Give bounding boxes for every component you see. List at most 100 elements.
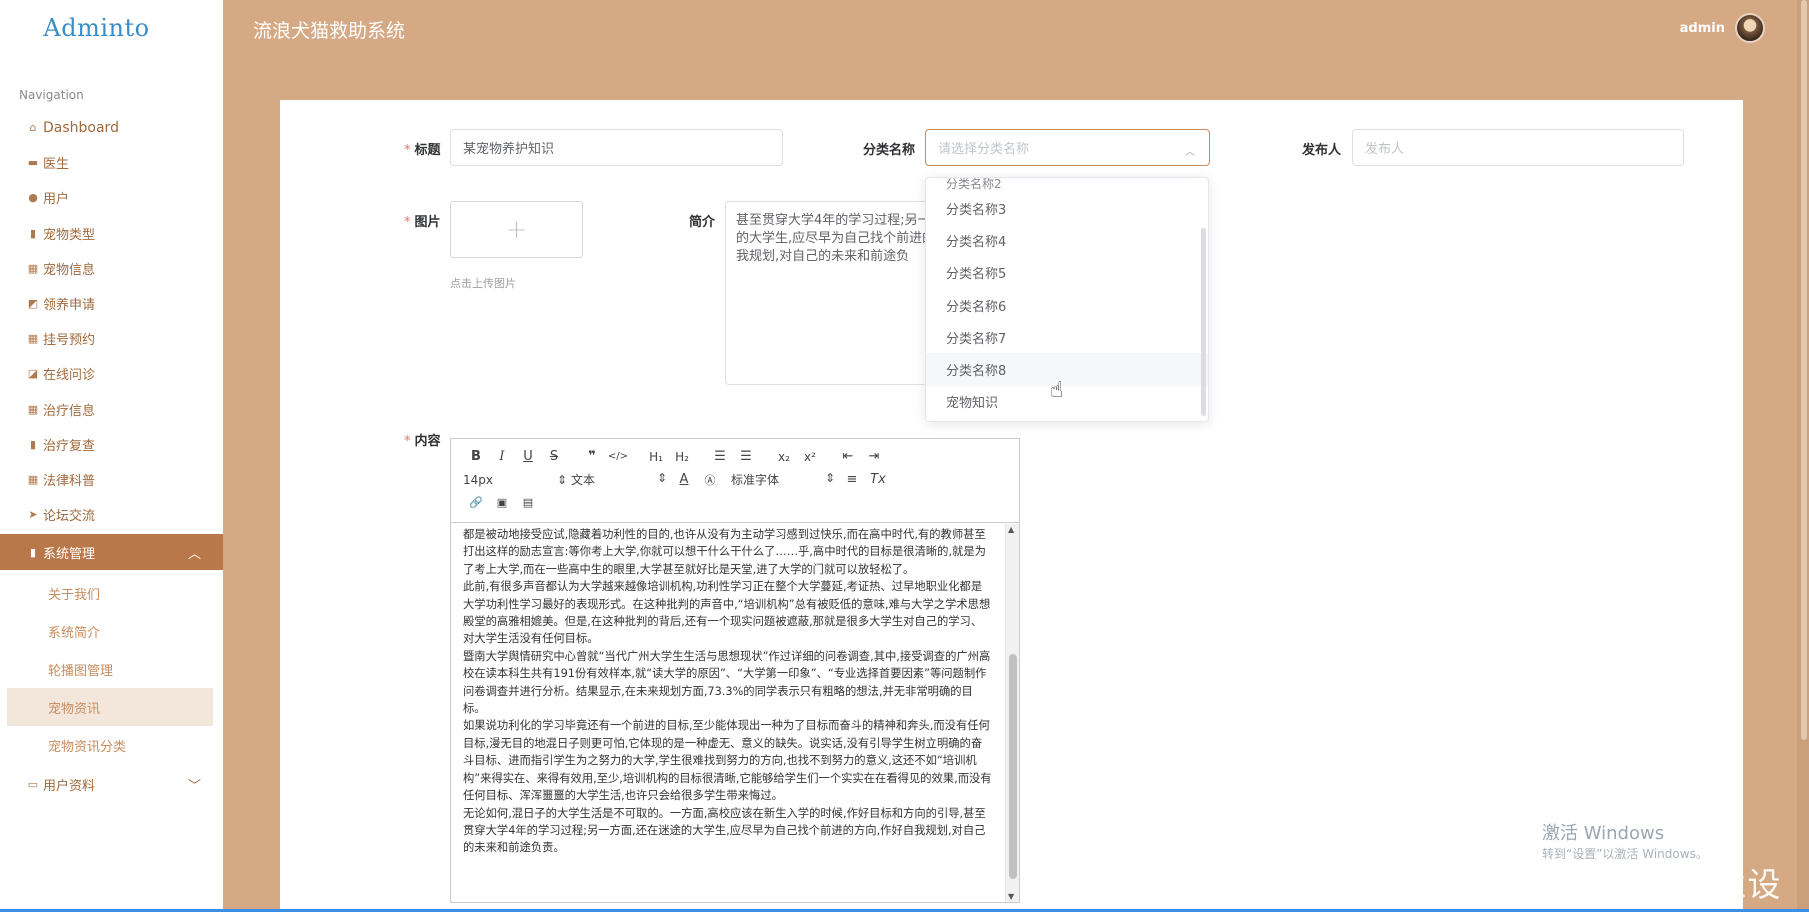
video-icon[interactable]: ▤ — [515, 496, 541, 509]
dropdown-option[interactable]: 分类名称2 — [926, 178, 1208, 192]
dropdown-option[interactable]: 宠物知识 — [926, 386, 1208, 418]
sidebar-item-10[interactable]: ▦ 法律科普 — [0, 462, 223, 497]
sidebar-sub-intro[interactable]: 系统简介 — [0, 612, 223, 650]
dropdown-option[interactable]: 分类名称4 — [926, 224, 1208, 256]
category-dropdown: 分类名称2 分类名称3 分类名称4 分类名称5 分类名称6 分类名称7 分类名称… — [925, 177, 1209, 422]
editor-content[interactable]: 都是被动地接受应试,隐藏着功利性的目的,也许从没有为主动学习感到过快乐,而在高中… — [451, 524, 1005, 902]
indent-icon[interactable]: ⇥ — [861, 449, 887, 464]
content-label: * 内容 — [404, 434, 441, 449]
title-input[interactable]: 某宠物养护知识 — [450, 129, 783, 166]
outdent-icon[interactable]: ⇤ — [835, 449, 861, 464]
bullet-list-icon[interactable]: ☰ — [733, 449, 759, 464]
sidebar-item-1[interactable]: ▬ 医生 — [0, 145, 223, 180]
dropdown-option-hovered[interactable]: 分类名称8 — [926, 353, 1208, 386]
sidebar-item-9[interactable]: ▮ 治疗复查 — [0, 427, 223, 462]
image-icon[interactable]: ▣ — [489, 496, 515, 509]
dropdown-option[interactable]: 分类名称5 — [926, 257, 1208, 289]
font-family-select[interactable]: 标准字体 ⇕ — [731, 471, 839, 488]
publisher-input[interactable]: 发布人 — [1352, 129, 1684, 166]
sidebar-sub-carousel[interactable]: 轮播图管理 — [0, 650, 223, 688]
dropdown-option[interactable]: 分类名称7 — [926, 321, 1208, 353]
upload-hint: 点击上传图片 — [450, 277, 516, 290]
page-scrollbar[interactable] — [1797, 0, 1809, 912]
avatar[interactable] — [1735, 13, 1765, 43]
blockquote-icon[interactable]: ❞ — [579, 449, 605, 464]
image-upload-button[interactable]: + — [450, 201, 583, 258]
sidebar-item-0[interactable]: ⌂ Dashboard — [0, 110, 223, 145]
sidebar-sub-pet-news-category[interactable]: 宠物资讯分类 — [0, 726, 223, 764]
code-block-icon[interactable]: </> — [605, 451, 631, 462]
sidebar-item-6[interactable]: ▦ 挂号预约 — [0, 321, 223, 356]
sidebar-item-2[interactable]: ● 用户 — [0, 180, 223, 215]
checkbox-icon: ◩ — [27, 297, 39, 311]
font-color-icon[interactable]: A — [671, 472, 697, 487]
dropdown-scrollbar[interactable] — [1201, 228, 1206, 416]
category-label: 分类名称 — [863, 143, 916, 158]
sidebar-item-3[interactable]: ▮ 宠物类型 — [0, 216, 223, 251]
doctor-icon: ▬ — [27, 156, 39, 170]
sidebar-item-label: 在线问诊 — [43, 368, 96, 384]
sidebar-item-label: 论坛交流 — [43, 509, 96, 525]
sidebar-item-label: 医生 — [43, 157, 70, 173]
editor-toolbar: B I U S ❞ </> H₁ H₂ ☰ ☰ x₂ x² ⇤ ⇥ 14px ⇕… — [451, 439, 1019, 523]
plus-icon: + — [505, 214, 528, 245]
bold-icon[interactable]: B — [463, 449, 489, 464]
dropdown-option[interactable]: 分类名称3 — [926, 192, 1208, 224]
editor-scroll-thumb[interactable] — [1009, 654, 1017, 879]
app-logo: Adminto — [43, 14, 150, 42]
font-size-select[interactable]: 14px ⇕ — [463, 473, 571, 487]
sidebar-item-user-profile[interactable]: ▭ 用户资料 ﹀ — [0, 767, 223, 802]
updown-icon: ⇕ — [556, 472, 567, 487]
ordered-list-icon[interactable]: ☰ — [707, 449, 733, 464]
sidebar-item-system-management[interactable]: ▮ 系统管理 ︿ — [0, 534, 223, 571]
superscript-icon[interactable]: x² — [797, 450, 823, 464]
chevron-up-icon: ︿ — [1185, 147, 1195, 158]
sidebar-item-label: 治疗复查 — [43, 438, 96, 454]
sidebar-item-4[interactable]: ▦ 宠物信息 — [0, 251, 223, 286]
sidebar-item-5[interactable]: ◩ 领养申请 — [0, 286, 223, 321]
user-menu[interactable]: admin — [1680, 13, 1765, 43]
sidebar-sub-pet-news[interactable]: 宠物资讯 — [7, 688, 213, 727]
italic-icon[interactable]: I — [489, 449, 515, 464]
background-color-icon[interactable]: Ⓐ — [697, 472, 723, 488]
header2-icon[interactable]: H₂ — [669, 450, 695, 464]
category-select[interactable]: 请选择分类名称 ︿ — [925, 129, 1210, 166]
send-icon: ➤ — [28, 508, 38, 522]
grid-icon: ▦ — [27, 472, 39, 486]
grid-icon: ▦ — [27, 332, 39, 346]
username: admin — [1679, 20, 1725, 36]
scroll-up-arrow[interactable]: ▲ — [1008, 525, 1014, 534]
text-type-select[interactable]: 文本 ⇕ — [571, 471, 671, 488]
sidebar-item-7[interactable]: ◪ 在线问诊 — [0, 356, 223, 391]
publisher-label: 发布人 — [1302, 143, 1342, 158]
sidebar-item-8[interactable]: ▦ 治疗信息 — [0, 392, 223, 427]
user-icon: ● — [28, 191, 38, 205]
category-placeholder: 请选择分类名称 — [938, 142, 1030, 157]
sidebar-item-label: 用户资料 — [43, 779, 96, 795]
sidebar-item-label: 宠物信息 — [43, 262, 96, 278]
page-scroll-thumb[interactable] — [1801, 0, 1807, 740]
card-icon: ▭ — [27, 778, 39, 792]
subscript-icon[interactable]: x₂ — [771, 450, 797, 464]
chat-icon: ◪ — [27, 367, 39, 381]
content-paragraph: 都是被动地接受应试,隐藏着功利性的目的,也许从没有为主动学习感到过快乐,而在高中… — [463, 528, 986, 576]
clear-format-icon[interactable]: Tx — [865, 472, 891, 487]
sidebar-item-11[interactable]: ➤ 论坛交流 — [0, 497, 223, 532]
header1-icon[interactable]: H₁ — [643, 450, 669, 464]
link-icon[interactable]: 🔗 — [463, 496, 489, 509]
underline-icon[interactable]: U — [515, 449, 541, 464]
dropdown-option[interactable]: 分类名称6 — [926, 289, 1208, 321]
bar-chart-icon: ▮ — [29, 226, 37, 240]
sidebar-item-label: 宠物类型 — [43, 227, 96, 243]
content-paragraph: 如果说功利化的学习毕竟还有一个前进的目标,至少能体现出一种为了目标而奋斗的精神和… — [463, 719, 992, 803]
editor-scrollbar[interactable]: ▲ ▼ — [1005, 524, 1019, 902]
csdn-watermark: CSDN @django 毕业设计 — [1406, 865, 1782, 904]
align-icon[interactable]: ≡ — [839, 472, 865, 487]
scroll-down-arrow[interactable]: ▼ — [1008, 892, 1014, 901]
page-title: 流浪犬猫救助系统 — [253, 20, 406, 42]
strike-icon[interactable]: S — [541, 449, 567, 464]
updown-icon: ⇕ — [656, 471, 667, 485]
sidebar-sub-about[interactable]: 关于我们 — [0, 574, 223, 612]
content-paragraph: 暨南大学舆情研究中心曾就“当代广州大学生生活与思想现状”作过详细的问卷调查,其中… — [463, 649, 991, 716]
chevron-up-icon: ︿ — [187, 546, 201, 562]
